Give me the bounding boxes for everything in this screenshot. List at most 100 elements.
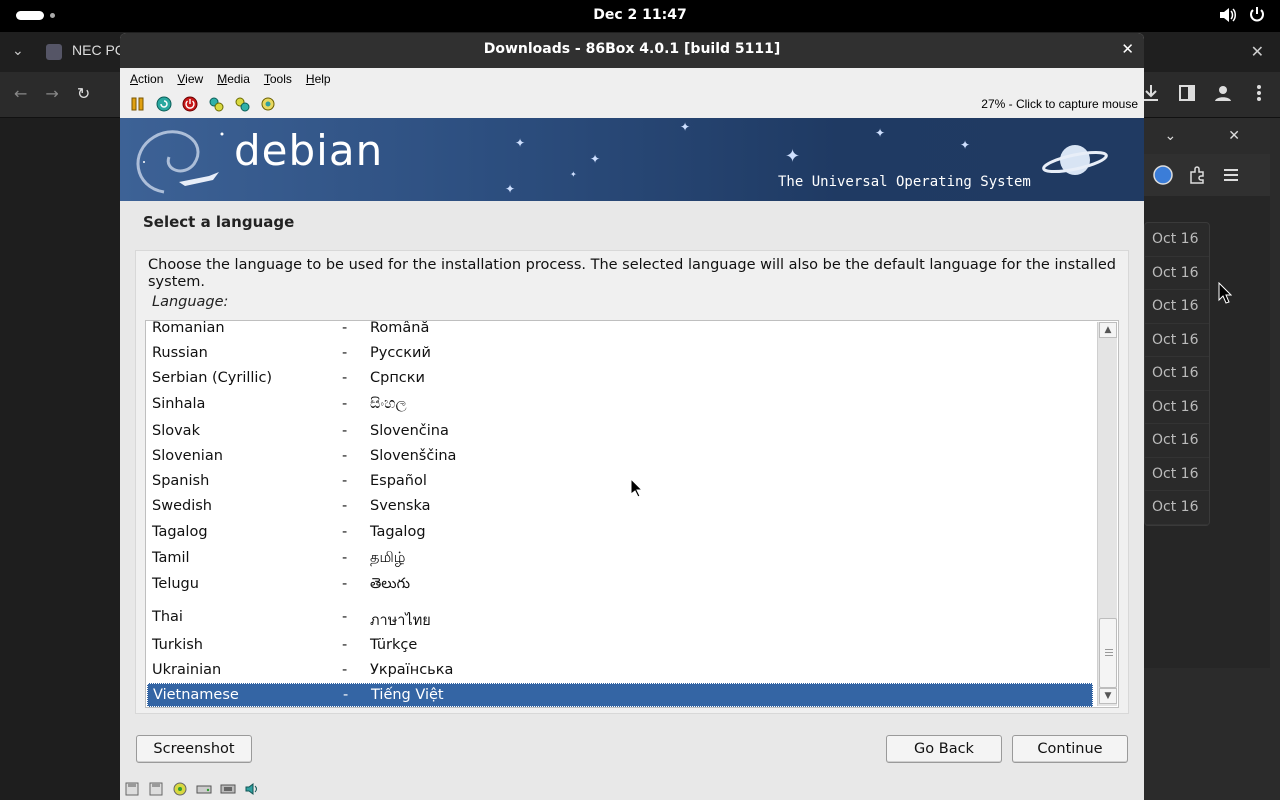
debian-swirl-logo bbox=[136, 130, 224, 194]
language-native-name: ภาษาไทย bbox=[370, 613, 431, 629]
language-native-name: தமிழ் bbox=[370, 550, 406, 566]
list-item[interactable]: Vietnamese - Tiếng Việt bbox=[147, 683, 1093, 707]
kebab-menu-icon[interactable] bbox=[1248, 82, 1270, 104]
list-item[interactable]: Spanish - Español bbox=[147, 470, 1093, 494]
extensions-icon[interactable] bbox=[1186, 164, 1208, 186]
browser-tab-title[interactable]: NEC PC bbox=[72, 42, 125, 58]
forward-icon[interactable]: → bbox=[45, 84, 58, 103]
mouse-cursor-icon bbox=[1218, 282, 1232, 304]
downloads-side-panel: ⌄ ✕ Oct 16 Oct 16 Oct 16 Oct 16 Oct 16 Oct 16… bbox=[1144, 118, 1270, 668]
download-date-item[interactable]: Oct 16 bbox=[1145, 458, 1209, 491]
language-name: Romanian bbox=[152, 320, 225, 336]
language-name: Russian bbox=[152, 345, 208, 361]
download-date-list: Oct 16 Oct 16 Oct 16 Oct 16 Oct 16 Oct 16 Oct … bbox=[1144, 222, 1210, 526]
language-native-name: Svenska bbox=[370, 498, 431, 514]
scroll-up-icon[interactable]: ▲ bbox=[1099, 322, 1117, 338]
capture-mouse-status[interactable]: 27% - Click to capture mouse bbox=[981, 97, 1138, 111]
language-list[interactable]: Romanian - Română Russian - Русский Serbian (C… bbox=[145, 320, 1119, 708]
list-item[interactable]: Telugu - తెలుగు bbox=[147, 573, 1093, 597]
back-icon[interactable]: ← bbox=[14, 84, 27, 103]
separator: - bbox=[342, 550, 348, 566]
list-item[interactable]: Slovak - Slovenčina bbox=[147, 420, 1093, 444]
network-icon[interactable] bbox=[220, 781, 236, 797]
download-date-item[interactable]: Oct 16 bbox=[1145, 424, 1209, 458]
language-name: Thai bbox=[152, 609, 183, 625]
list-item[interactable]: Turkish - Türkçe bbox=[147, 634, 1093, 658]
account-icon[interactable] bbox=[1212, 82, 1234, 104]
language-name: Vietnamese bbox=[153, 687, 239, 703]
download-date-item[interactable]: Oct 16 bbox=[1145, 223, 1209, 257]
system-top-bar: Dec 2 11:47 bbox=[0, 0, 1280, 32]
ctrl-alt-esc-icon[interactable] bbox=[234, 96, 250, 112]
sidebar-icon[interactable] bbox=[1176, 82, 1198, 104]
list-item[interactable]: Russian - Русский bbox=[147, 342, 1093, 366]
window-title: Downloads - 86Box 4.0.1 [build 5111] bbox=[483, 41, 781, 57]
menu-help[interactable]: Help bbox=[306, 72, 331, 86]
separator: - bbox=[342, 637, 348, 653]
menu-icon[interactable] bbox=[1220, 164, 1242, 186]
planet-icon bbox=[1042, 145, 1108, 175]
language-native-name: Српски bbox=[370, 370, 425, 386]
list-item[interactable]: Thai - ภาษาไทย bbox=[147, 606, 1093, 630]
menu-action[interactable]: Action bbox=[130, 72, 163, 86]
instruction-text: Choose the language to be used for the i… bbox=[148, 257, 1116, 290]
list-item[interactable]: Ukrainian - Українська bbox=[147, 659, 1093, 683]
separator: - bbox=[342, 609, 348, 625]
ctrl-alt-del-icon[interactable] bbox=[208, 96, 224, 112]
menu-media[interactable]: Media bbox=[217, 72, 250, 86]
screenshot-button[interactable]: Screenshot bbox=[136, 735, 252, 763]
close-icon[interactable]: ✕ bbox=[1251, 42, 1264, 61]
settings-icon[interactable] bbox=[260, 96, 276, 112]
pause-icon[interactable] bbox=[130, 96, 146, 112]
separator: - bbox=[342, 345, 348, 361]
reload-icon[interactable]: ↻ bbox=[77, 84, 90, 103]
vm-toolbar: 27% - Click to capture mouse bbox=[120, 90, 1144, 118]
language-name: Tagalog bbox=[152, 524, 208, 540]
continue-button[interactable]: Continue bbox=[1012, 735, 1128, 763]
list-item[interactable]: Tagalog - Tagalog bbox=[147, 521, 1093, 545]
separator: - bbox=[342, 498, 348, 514]
power-icon[interactable] bbox=[1248, 6, 1266, 24]
floppy-icon[interactable] bbox=[148, 781, 164, 797]
list-item[interactable]: Sinhala - සිංහල bbox=[147, 393, 1093, 417]
sound-icon[interactable] bbox=[244, 781, 260, 797]
separator: - bbox=[342, 576, 348, 592]
chevron-down-icon[interactable]: ⌄ bbox=[12, 43, 24, 59]
download-date-item[interactable]: Oct 16 bbox=[1145, 324, 1209, 357]
list-item[interactable]: Swedish - Svenska bbox=[147, 495, 1093, 519]
download-date-item[interactable]: Oct 16 bbox=[1145, 391, 1209, 424]
system-clock[interactable]: Dec 2 11:47 bbox=[0, 7, 1280, 23]
download-date-item[interactable]: Oct 16 bbox=[1145, 290, 1209, 324]
download-date-item[interactable]: Oct 16 bbox=[1145, 491, 1209, 525]
window-titlebar[interactable]: Downloads - 86Box 4.0.1 [build 5111] ✕ bbox=[120, 33, 1144, 68]
close-icon[interactable]: ✕ bbox=[1228, 128, 1240, 144]
debian-installer-screen: debian ✦ ✦ ✦ ✦ ✦ ✦ ✦ ✦ The Universal Ope… bbox=[120, 118, 1144, 800]
cdrom-icon[interactable] bbox=[172, 781, 188, 797]
menu-view[interactable]: View bbox=[177, 72, 203, 86]
list-item[interactable]: Romanian - Română bbox=[147, 320, 1093, 341]
reset-icon[interactable] bbox=[156, 96, 172, 112]
scrollbar-thumb[interactable] bbox=[1099, 618, 1117, 688]
list-scrollbar[interactable]: ▲ ▼ bbox=[1097, 322, 1117, 706]
hdd-icon[interactable] bbox=[196, 781, 212, 797]
floppy-icon[interactable] bbox=[124, 781, 140, 797]
vm-menu-bar: Action View Media Tools Help bbox=[120, 68, 1144, 90]
browser-logo-icon[interactable] bbox=[1152, 164, 1174, 186]
chevron-down-icon[interactable]: ⌄ bbox=[1165, 128, 1177, 144]
download-date-item[interactable]: Oct 16 bbox=[1145, 357, 1209, 391]
download-date-item[interactable]: Oct 16 bbox=[1145, 257, 1209, 290]
list-item[interactable]: Tamil - தமிழ் bbox=[147, 547, 1093, 571]
power-icon[interactable] bbox=[182, 96, 198, 112]
language-name: Slovak bbox=[152, 423, 200, 439]
separator: - bbox=[342, 396, 348, 412]
go-back-button[interactable]: Go Back bbox=[886, 735, 1002, 763]
close-icon[interactable]: ✕ bbox=[1121, 40, 1134, 58]
list-item[interactable]: Slovenian - Slovenščina bbox=[147, 445, 1093, 469]
menu-tools[interactable]: Tools bbox=[264, 72, 292, 86]
separator: - bbox=[342, 423, 348, 439]
86box-window: Downloads - 86Box 4.0.1 [build 5111] ✕ A… bbox=[120, 33, 1144, 800]
volume-icon[interactable] bbox=[1218, 6, 1236, 24]
system-tray[interactable] bbox=[1218, 6, 1266, 24]
scroll-down-icon[interactable]: ▼ bbox=[1099, 688, 1117, 704]
list-item[interactable]: Serbian (Cyrillic) - Српски bbox=[147, 367, 1093, 391]
